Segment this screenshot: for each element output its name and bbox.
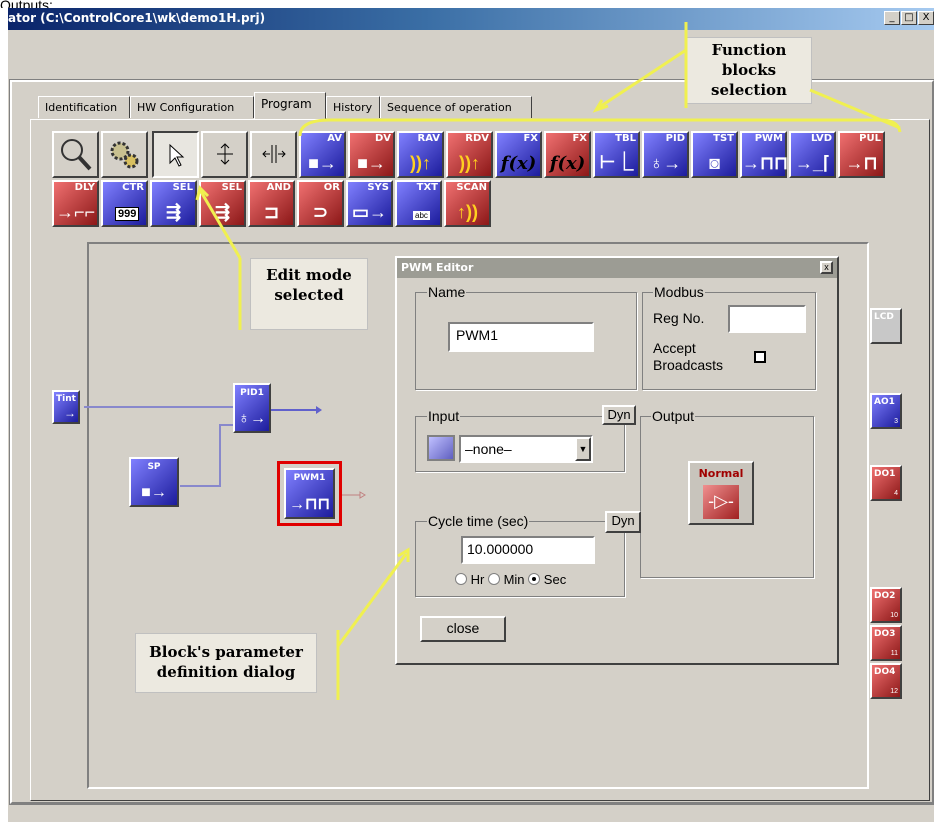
callout-lines: [195, 22, 902, 700]
